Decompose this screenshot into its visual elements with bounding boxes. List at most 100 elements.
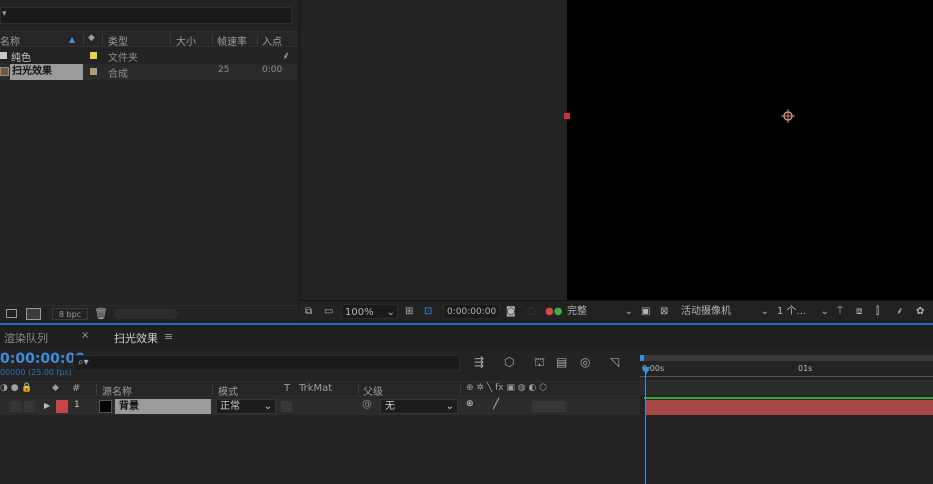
layer-row[interactable]: ▶ 1 背景 正常 ⌄ @ 无 ⌄ ⊕ ╱ [0, 398, 640, 415]
col-in[interactable]: 入点 [262, 33, 282, 48]
item-name-selected[interactable]: 扫光效果 [10, 64, 83, 80]
snapshot-camera-icon[interactable]: ◙ [506, 304, 516, 319]
current-time-display[interactable]: 0:00:00:00 [443, 304, 500, 319]
motion-blur-icon[interactable]: ◎ [580, 355, 590, 369]
label-tag-icon[interactable]: ◆ [88, 33, 95, 43]
resolution-value: 完整 [567, 306, 587, 317]
col-number[interactable]: # [72, 383, 80, 394]
timeline-search-input[interactable]: ⌕▾ [73, 355, 460, 371]
render-bar [644, 397, 933, 399]
monitor-icon[interactable]: ▭ [324, 304, 333, 319]
ruler-label-1: 01s [798, 364, 813, 373]
search-dropdown-icon[interactable]: ▾ [2, 9, 7, 19]
panel-tabs: 渲染队列 × 扫光效果 ≡ [0, 325, 933, 349]
show-snapshot-icon[interactable]: ◌ [527, 304, 536, 319]
item-type: 合成 [108, 69, 128, 80]
viewer-pasteboard [301, 0, 567, 300]
graph-editor-icon[interactable]: ◹ [610, 355, 619, 369]
layer-label-color[interactable] [56, 400, 68, 413]
flowchart-icon[interactable]: ⸙ [896, 304, 904, 319]
parent-select[interactable]: 无 ⌄ [380, 399, 458, 414]
timeline-graph-area[interactable]: 0:00s 01s [640, 349, 933, 484]
reset-exposure-icon[interactable]: ⧈ [856, 304, 862, 319]
col-parent[interactable]: 父级 [363, 383, 383, 398]
col-t[interactable]: T [284, 383, 290, 394]
frame-blending-icon[interactable]: ▤ [556, 355, 567, 369]
chevron-down-icon: ⌄ [386, 307, 395, 318]
blend-mode-select[interactable]: 正常 ⌄ [216, 399, 276, 414]
label-tag-icon[interactable]: ◆ [52, 383, 59, 393]
composition-icon [0, 67, 9, 76]
col-size[interactable]: 大小 [176, 33, 196, 48]
col-fps[interactable]: 帧速率 [217, 33, 247, 48]
bpc-button[interactable]: 8 bpc [52, 308, 88, 320]
project-column-header: 名称 ▲ ◆ 类型 大小 帧速率 入点 [0, 31, 298, 48]
item-in: 0:00 [262, 65, 283, 75]
close-tab-icon[interactable]: × [81, 330, 89, 341]
preserve-transparency-toggle[interactable] [281, 401, 292, 412]
zoom-value: 100% [345, 307, 374, 318]
region-icon[interactable]: ⊡ [424, 304, 432, 319]
col-mode[interactable]: 模式 [218, 383, 238, 398]
quality-switch-icon[interactable]: ╱ [493, 399, 499, 410]
header-strip [640, 380, 933, 395]
camera-value: 活动摄像机 [681, 306, 731, 317]
resolution-select[interactable]: 完整 ⌄ [567, 304, 635, 319]
composition-canvas[interactable] [564, 0, 933, 300]
solid-swatch [99, 400, 112, 413]
toggle-pixel-icon[interactable]: ⍑ [837, 304, 843, 319]
transparency-grid-icon[interactable]: ▣ [641, 304, 650, 319]
views-value: 1 个... [777, 306, 807, 317]
project-search-input[interactable]: ▾ [0, 7, 292, 24]
channels-icon[interactable]: ●● [545, 304, 562, 319]
playhead-line [645, 369, 646, 484]
label-color-swatch[interactable] [90, 68, 97, 75]
col-source-name[interactable]: 源名称 [102, 383, 132, 398]
expand-arrow-icon[interactable]: ▶ [44, 401, 50, 410]
trash-icon[interactable]: 🗑 [94, 307, 108, 320]
project-item-row[interactable]: 纯色 文件夹 ⸙ [0, 48, 298, 64]
chevron-down-icon: ⌄ [624, 306, 633, 317]
fast-preview-icon[interactable]: ⊠ [660, 304, 668, 319]
layer-switch-boxes[interactable] [532, 401, 566, 412]
col-trkmat[interactable]: TrkMat [299, 383, 332, 394]
col-name[interactable]: 名称 [0, 33, 20, 48]
col-type[interactable]: 类型 [108, 33, 128, 48]
project-item-row[interactable]: 扫光效果 合成 25 0:00 [0, 64, 298, 80]
shy-switch-icon[interactable]: ⊕ [466, 399, 474, 409]
view-layout-select[interactable]: 1 个... ⌄ [777, 304, 831, 319]
zoom-select[interactable]: 100% ⌄ [341, 304, 398, 319]
position-crosshair-icon[interactable] [781, 109, 795, 123]
tab-render-queue[interactable]: 渲染队列 [4, 330, 48, 346]
fit-icon[interactable]: ⊞ [405, 304, 413, 319]
new-folder-icon[interactable] [6, 309, 17, 318]
item-name: 纯色 [11, 53, 31, 64]
anchor-handle[interactable] [564, 113, 570, 119]
exposure-icon[interactable]: ✿ [916, 304, 924, 319]
draft-3d-icon[interactable]: ⬡ [504, 355, 514, 369]
work-area-bar[interactable] [640, 355, 933, 361]
flowchart-icon[interactable]: ⸙ [282, 48, 290, 63]
video-toggle[interactable] [10, 401, 21, 412]
timeline-link-icon[interactable]: ⫿ [876, 304, 879, 319]
label-color-swatch[interactable] [90, 52, 97, 59]
pickwhip-icon[interactable]: @ [362, 399, 372, 410]
shy-layers-icon[interactable]: ⛫ [534, 355, 545, 371]
layer-duration-bar[interactable] [645, 400, 933, 415]
tab-menu-icon[interactable]: ≡ [164, 330, 173, 343]
new-comp-icon[interactable] [26, 308, 41, 320]
av-features-icons[interactable]: ◑ ● 🔒 [0, 383, 33, 393]
tab-comp[interactable]: 扫光效果 [114, 330, 158, 346]
project-footer: 8 bpc 🗑 [0, 305, 298, 322]
blend-mode-value: 正常 [220, 401, 240, 412]
solo-toggle[interactable] [24, 401, 35, 412]
layer-name[interactable]: 背景 [115, 399, 211, 414]
always-preview-icon[interactable]: ⧉ [305, 304, 312, 319]
switches-icons[interactable]: ⊕ ✲ ╲ fx ▣ ◍ ◐ ⬡ [466, 383, 547, 393]
sort-asc-icon[interactable]: ▲ [69, 35, 75, 44]
camera-select[interactable]: 活动摄像机 ⌄ [681, 304, 771, 319]
viewer-toolbar: ⧉ ▭ 100% ⌄ ⊞ ⊡ 0:00:00:00 ◙ ◌ ●● 完整 ⌄ ▣ ⊠ … [299, 300, 933, 322]
comp-mini-flowchart-icon[interactable]: ⇶ [474, 355, 484, 369]
thumbnail-slider[interactable] [114, 309, 178, 319]
timeline-fps: 00000 (25.00 fps) [0, 368, 72, 377]
